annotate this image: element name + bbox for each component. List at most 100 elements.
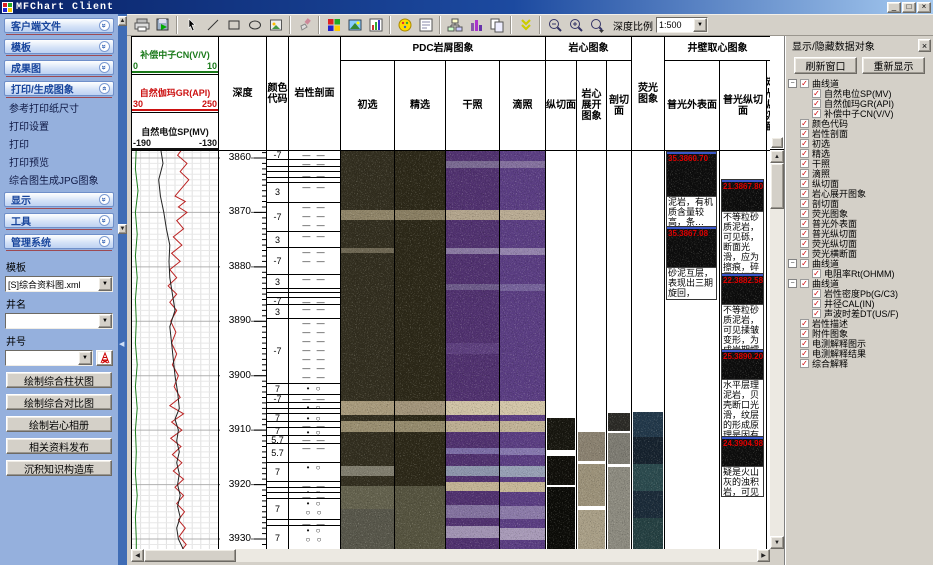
chevron-down-icon[interactable]: » bbox=[99, 236, 110, 247]
checkbox-icon[interactable]: ✓ bbox=[800, 339, 809, 348]
checkbox-icon[interactable]: ✓ bbox=[800, 349, 809, 358]
checkbox-icon[interactable]: ✓ bbox=[800, 229, 809, 238]
chevron-up-icon[interactable]: » bbox=[99, 83, 110, 94]
sidebar-item[interactable]: 打印 bbox=[0, 134, 118, 152]
checkbox-icon[interactable]: ✓ bbox=[812, 299, 821, 308]
sidebar-group-5[interactable]: 工具» bbox=[4, 213, 114, 228]
color-blocks-icon[interactable] bbox=[323, 15, 344, 35]
checkbox-icon[interactable]: ✓ bbox=[800, 149, 809, 158]
tree-item[interactable]: ✓滴照 bbox=[786, 168, 933, 178]
zoom-in-icon[interactable] bbox=[565, 15, 586, 35]
checkbox-icon[interactable]: ✓ bbox=[800, 219, 809, 228]
core-photo-thumbnail[interactable]: 25.3890.20 bbox=[722, 352, 763, 379]
picture-icon[interactable] bbox=[344, 15, 365, 35]
tree-item[interactable]: ✓岩性剖面 bbox=[786, 128, 933, 138]
chart-corner-button[interactable] bbox=[771, 137, 783, 148]
core-photo-thumbnail[interactable]: 35.3867.08 bbox=[667, 229, 716, 267]
panel-close-icon[interactable]: × bbox=[918, 39, 931, 52]
tree-item[interactable]: ✓岩性描述 bbox=[786, 318, 933, 328]
tree-item[interactable]: ✓普光外表面 bbox=[786, 218, 933, 228]
sidebar-group-2[interactable]: 成果图» bbox=[4, 60, 114, 75]
expander-minus-icon[interactable]: − bbox=[788, 79, 797, 88]
tree-item[interactable]: ✓剖切面 bbox=[786, 198, 933, 208]
chevron-down-icon[interactable]: » bbox=[99, 62, 110, 73]
chevrons-down-icon[interactable] bbox=[515, 15, 536, 35]
tree-item[interactable]: ✓荧光图象 bbox=[786, 208, 933, 218]
action-button[interactable]: 绘制岩心相册 bbox=[6, 416, 112, 432]
depth-scale-select[interactable]: 1:500▼ bbox=[656, 17, 708, 33]
checkbox-icon[interactable]: ✓ bbox=[800, 259, 809, 268]
cursor-icon[interactable] bbox=[181, 15, 202, 35]
checkbox-icon[interactable]: ✓ bbox=[800, 179, 809, 188]
checkbox-icon[interactable]: ✓ bbox=[800, 119, 809, 128]
chevron-down-icon[interactable]: » bbox=[99, 41, 110, 52]
template-select[interactable]: [S]综合资料图.xml▼ bbox=[5, 276, 113, 292]
checkbox-icon[interactable]: ✓ bbox=[800, 279, 809, 288]
action-button[interactable]: 相关资料发布 bbox=[6, 438, 112, 454]
flowchart-icon[interactable] bbox=[444, 15, 465, 35]
checkbox-icon[interactable]: ✓ bbox=[800, 319, 809, 328]
scroll-left-button[interactable]: ◀ bbox=[131, 549, 144, 562]
save-export-icon[interactable] bbox=[152, 15, 173, 35]
maximize-button[interactable]: □ bbox=[902, 2, 916, 13]
tree-item[interactable]: ✓干照 bbox=[786, 158, 933, 168]
rectangle-icon[interactable] bbox=[223, 15, 244, 35]
chart-vertical-scrollbar[interactable]: ▲ ▼ bbox=[770, 150, 784, 549]
sidebar-item[interactable]: 综合图生成JPG图象 bbox=[0, 170, 118, 188]
line-icon[interactable] bbox=[202, 15, 223, 35]
chevron-down-icon[interactable]: ▼ bbox=[98, 314, 112, 328]
sidebar-item[interactable]: 参考打印纸尺寸 bbox=[0, 98, 118, 116]
derrick-icon[interactable] bbox=[96, 350, 113, 366]
tree-item[interactable]: ✓岩心展开图象 bbox=[786, 188, 933, 198]
zoom-out-icon[interactable] bbox=[544, 15, 565, 35]
action-button[interactable]: 沉积知识构造库 bbox=[6, 460, 112, 476]
well-name-select[interactable]: ▼ bbox=[5, 313, 113, 329]
checkbox-icon[interactable]: ✓ bbox=[800, 129, 809, 138]
expander-minus-icon[interactable]: − bbox=[788, 279, 797, 288]
brush-icon[interactable] bbox=[294, 15, 315, 35]
tree-item[interactable]: ✓声波时差DT(US/F) bbox=[786, 308, 933, 318]
core-photo-thumbnail[interactable]: 35.3860.70 bbox=[667, 154, 716, 196]
sidebar-group-4[interactable]: 显示» bbox=[4, 192, 114, 207]
checkbox-icon[interactable]: ✓ bbox=[800, 359, 809, 368]
checkbox-icon[interactable]: ✓ bbox=[812, 99, 821, 108]
tree-item[interactable]: ✓补偿中子CN(V/V) bbox=[786, 108, 933, 118]
palette-icon[interactable] bbox=[394, 15, 415, 35]
core-photo-thumbnail[interactable]: 21.3867.80 bbox=[722, 182, 763, 211]
tree-item[interactable]: ✓普光纵切面 bbox=[786, 228, 933, 238]
sidebar-group-3[interactable]: 打印/生成图象» bbox=[4, 81, 114, 96]
core-photo-thumbnail[interactable]: 22.3882.58 bbox=[722, 276, 763, 304]
form-icon[interactable] bbox=[415, 15, 436, 35]
bar-chart-icon[interactable] bbox=[465, 15, 486, 35]
chevron-down-icon[interactable]: ▼ bbox=[98, 277, 112, 291]
sidebar-item[interactable]: 打印设置 bbox=[0, 116, 118, 134]
horizontal-scroll-thumb[interactable] bbox=[144, 549, 236, 562]
chevron-down-icon[interactable]: » bbox=[99, 194, 110, 205]
checkbox-icon[interactable]: ✓ bbox=[800, 199, 809, 208]
ellipse-icon[interactable] bbox=[244, 15, 265, 35]
checkbox-icon[interactable]: ✓ bbox=[800, 329, 809, 338]
tree-item[interactable]: ✓精选 bbox=[786, 148, 933, 158]
chevron-down-icon[interactable]: » bbox=[99, 215, 110, 226]
checkbox-icon[interactable]: ✓ bbox=[800, 239, 809, 248]
close-button[interactable]: × bbox=[917, 2, 931, 13]
chevron-down-icon[interactable]: ▼ bbox=[693, 18, 707, 32]
action-button[interactable]: 绘制综合柱状图 bbox=[6, 372, 112, 388]
checkbox-icon[interactable]: ✓ bbox=[800, 79, 809, 88]
checkbox-icon[interactable]: ✓ bbox=[812, 89, 821, 98]
expander-minus-icon[interactable]: − bbox=[788, 259, 797, 268]
tree-item[interactable]: ✓荧光纵切面 bbox=[786, 238, 933, 248]
sidebar-group-6[interactable]: 管理系统» bbox=[4, 234, 114, 249]
image-frame-icon[interactable] bbox=[265, 15, 286, 35]
chevron-down-icon[interactable]: ▼ bbox=[78, 351, 92, 365]
tree-item[interactable]: ✓颜色代码 bbox=[786, 118, 933, 128]
tree-item[interactable]: ✓电阻率Rt(OHMM) bbox=[786, 268, 933, 278]
scroll-up-button[interactable]: ▲ bbox=[770, 150, 784, 163]
sidebar-scroll-up-button[interactable]: ▲ bbox=[118, 16, 127, 26]
checkbox-icon[interactable]: ✓ bbox=[800, 209, 809, 218]
scroll-right-button[interactable]: ▶ bbox=[757, 549, 770, 562]
minimize-button[interactable]: _ bbox=[887, 2, 901, 13]
sidebar-group-1[interactable]: 模板» bbox=[4, 39, 114, 54]
column-chart-icon[interactable] bbox=[365, 15, 386, 35]
checkbox-icon[interactable]: ✓ bbox=[800, 169, 809, 178]
